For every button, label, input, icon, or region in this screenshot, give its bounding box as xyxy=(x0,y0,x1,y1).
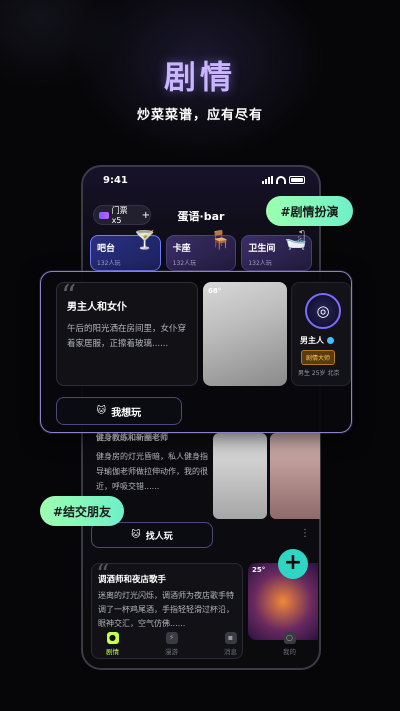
status-icons xyxy=(262,176,305,184)
tag-make-friends: #结交朋友 xyxy=(40,496,124,526)
room-booth[interactable]: 卡座 132人玩 🪑 xyxy=(165,230,237,271)
card3-body: 迷离的灯光闪烁，调酒师为夜店歌手特调了一杯鸡尾酒，手指轻轻滑过杯沿，眼神交汇，空… xyxy=(98,591,234,628)
tab-label: 漫游 xyxy=(165,648,178,656)
room-restroom[interactable]: 卫生间 132人玩 🛁 xyxy=(241,230,313,271)
add-button[interactable]: + xyxy=(278,549,308,579)
profile-meta: 男生 25岁 北京 xyxy=(298,370,340,377)
card2-title: 健身教练和新圈老师 xyxy=(96,433,168,442)
temperature-badge: 25° xyxy=(252,566,266,574)
room-count: 132人玩 xyxy=(172,260,197,267)
more-options-icon[interactable]: ⋮ xyxy=(300,528,310,539)
room-list: 吧台 132人玩 🍸 卡座 132人玩 🪑 卫生间 132人玩 🛁 xyxy=(90,230,313,271)
room-bar-counter[interactable]: 吧台 132人玩 🍸 xyxy=(90,230,161,271)
tab-profile[interactable]: ○ 我的 xyxy=(260,632,319,668)
card2-photo-secondary[interactable] xyxy=(270,433,320,519)
hero-title: 剧情 xyxy=(163,58,236,96)
room-count: 132人玩 xyxy=(248,260,272,267)
role-tag: 剧情大师 xyxy=(301,350,336,365)
room-count: 132人玩 xyxy=(97,260,121,267)
story-quote-card[interactable]: “ 男主人和女仆 午后的阳光洒在房间里，女仆穿着家居服，正擦着玻璃...... xyxy=(56,279,198,386)
avatar[interactable]: ◎ xyxy=(305,293,341,329)
lightning-icon: ⚡ xyxy=(165,632,178,644)
story-photo[interactable]: 68° xyxy=(203,282,287,386)
quote-mark: “ xyxy=(61,279,77,314)
tag-roleplay: #剧情扮演 xyxy=(266,196,353,226)
tab-label: 我的 xyxy=(283,648,296,656)
profile-card[interactable]: ◎ 男主人 剧情大师 男生 25岁 北京 xyxy=(291,282,351,386)
find-partner-label: 找人玩 xyxy=(145,531,173,542)
tab-label: 消息 xyxy=(224,648,237,656)
tab-bar: ● 剧情 ⚡ 漫游 ▪ 消息 ○ 我的 xyxy=(83,632,319,668)
card2-body: 健身房的灯光昏暗，私人健身指导瑜伽老师做拉伸动作，我的很近，呼吸交错...... xyxy=(96,452,208,491)
tab-roam[interactable]: ⚡ 漫游 xyxy=(142,632,201,668)
cocktail-icon: 🍸 xyxy=(133,230,156,251)
card2-photo[interactable] xyxy=(213,433,267,519)
story-body: 午后的阳光洒在房间里，女仆穿着家居服，正擦着玻璃...... xyxy=(67,324,187,349)
message-icon: ▪ xyxy=(224,632,237,644)
cat-icon: ● xyxy=(106,632,119,644)
status-bar: 9:41 xyxy=(101,175,305,189)
temperature-badge: 68° xyxy=(208,287,222,295)
battery-icon xyxy=(289,176,305,184)
want-to-play-button[interactable]: 🐱 我想玩 xyxy=(56,397,182,425)
wifi-icon xyxy=(276,176,286,184)
story-popup-card[interactable]: “ 男主人和女仆 午后的阳光洒在房间里，女仆穿着家居服，正擦着玻璃...... … xyxy=(40,271,352,433)
bathtub-icon: 🛁 xyxy=(284,230,308,251)
tab-label: 剧情 xyxy=(106,648,119,656)
tab-messages[interactable]: ▪ 消息 xyxy=(201,632,260,668)
signal-icon xyxy=(262,176,273,184)
card3-title: 调酒师和夜店歌手 xyxy=(98,575,167,585)
story-title: 男主人和女仆 xyxy=(67,302,127,313)
profile-icon: ○ xyxy=(283,632,296,644)
want-to-play-label: 我想玩 xyxy=(111,407,142,419)
hero-subtitle: 炒菜菜谱，应有尽有 xyxy=(136,108,263,123)
profile-name: 男主人 xyxy=(300,336,324,345)
profile-name-row: 男主人 xyxy=(300,335,334,346)
cat-icon: 🐱 xyxy=(96,406,107,416)
male-icon xyxy=(327,337,334,344)
status-time: 9:41 xyxy=(103,175,128,186)
cat-icon: 🐱 xyxy=(131,530,141,540)
tab-story[interactable]: ● 剧情 xyxy=(83,632,142,668)
chair-icon: 🪑 xyxy=(209,230,232,251)
